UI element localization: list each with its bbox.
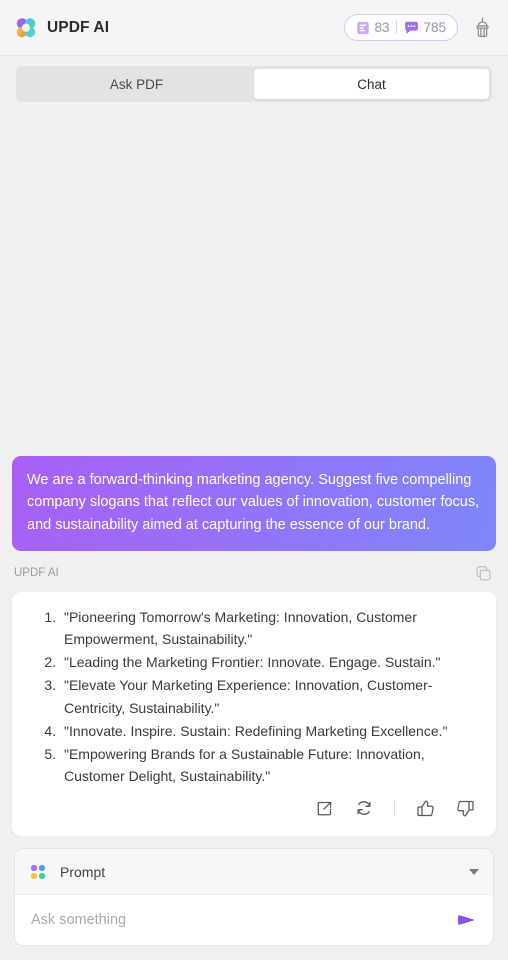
document-counter: 83 xyxy=(356,21,389,35)
copy-response-button[interactable] xyxy=(472,562,494,584)
updf-clover-logo-icon xyxy=(16,17,36,37)
ask-something-input[interactable] xyxy=(31,912,453,928)
document-count: 83 xyxy=(374,19,390,35)
brand: UPDF AI xyxy=(14,16,344,40)
action-divider xyxy=(394,801,395,815)
ai-response-card: "Pioneering Tomorrow's Marketing: Innova… xyxy=(12,592,496,836)
four-dots-icon xyxy=(30,864,46,879)
chat-counter: 785 xyxy=(404,21,446,35)
list-item: "Elevate Your Marketing Experience: Inno… xyxy=(60,674,480,718)
share-button[interactable] xyxy=(313,797,335,819)
thumbs-down-button[interactable] xyxy=(454,797,476,819)
document-icon xyxy=(357,21,370,34)
clear-chat-button[interactable] xyxy=(468,14,496,42)
chevron-down-icon[interactable] xyxy=(469,868,479,875)
prompt-selector[interactable]: Prompt xyxy=(15,849,493,895)
slogan-list: "Pioneering Tomorrow's Marketing: Innova… xyxy=(28,606,480,787)
brand-name: UPDF AI xyxy=(47,18,110,36)
usage-counter-pill[interactable]: 83 785 xyxy=(344,14,458,41)
chat-bubble-icon xyxy=(405,21,419,33)
list-item: "Innovate. Inspire. Sustain: Redefining … xyxy=(60,720,480,742)
refresh-icon xyxy=(357,801,371,815)
pill-divider xyxy=(396,21,398,34)
send-button[interactable] xyxy=(453,907,479,933)
ai-author-label: UPDF AI xyxy=(14,567,59,580)
app-header: UPDF AI 83 785 xyxy=(0,0,508,56)
chat-count: 785 xyxy=(423,19,446,35)
list-item: "Pioneering Tomorrow's Marketing: Innova… xyxy=(60,606,480,650)
send-arrow-icon xyxy=(457,915,474,925)
conversation-scroll-area[interactable]: We are a forward-thinking marketing agen… xyxy=(0,110,508,836)
tab-ask-pdf[interactable]: Ask PDF xyxy=(19,69,254,99)
copy-icon xyxy=(475,565,491,581)
broom-icon xyxy=(475,17,489,38)
composer: Prompt xyxy=(14,848,494,946)
thumbs-up-button[interactable] xyxy=(414,797,436,819)
ai-response-actions xyxy=(28,788,480,828)
thumbs-up-icon xyxy=(416,799,434,816)
tab-chat[interactable]: Chat xyxy=(254,69,489,99)
thumbs-down-icon xyxy=(456,800,474,817)
tab-bar-container: Ask PDF Chat xyxy=(0,56,508,110)
list-item: "Leading the Marketing Frontier: Innovat… xyxy=(60,651,480,673)
user-message-bubble: We are a forward-thinking marketing agen… xyxy=(12,455,496,552)
ai-message-meta: UPDF AI xyxy=(12,560,496,586)
list-item: "Empowering Brands for a Sustainable Fut… xyxy=(60,743,480,787)
tab-bar: Ask PDF Chat xyxy=(16,66,492,102)
prompt-label: Prompt xyxy=(60,863,106,880)
share-icon xyxy=(317,801,331,815)
regenerate-button[interactable] xyxy=(353,797,375,819)
composer-container: Prompt xyxy=(0,836,508,960)
input-row xyxy=(15,895,493,945)
